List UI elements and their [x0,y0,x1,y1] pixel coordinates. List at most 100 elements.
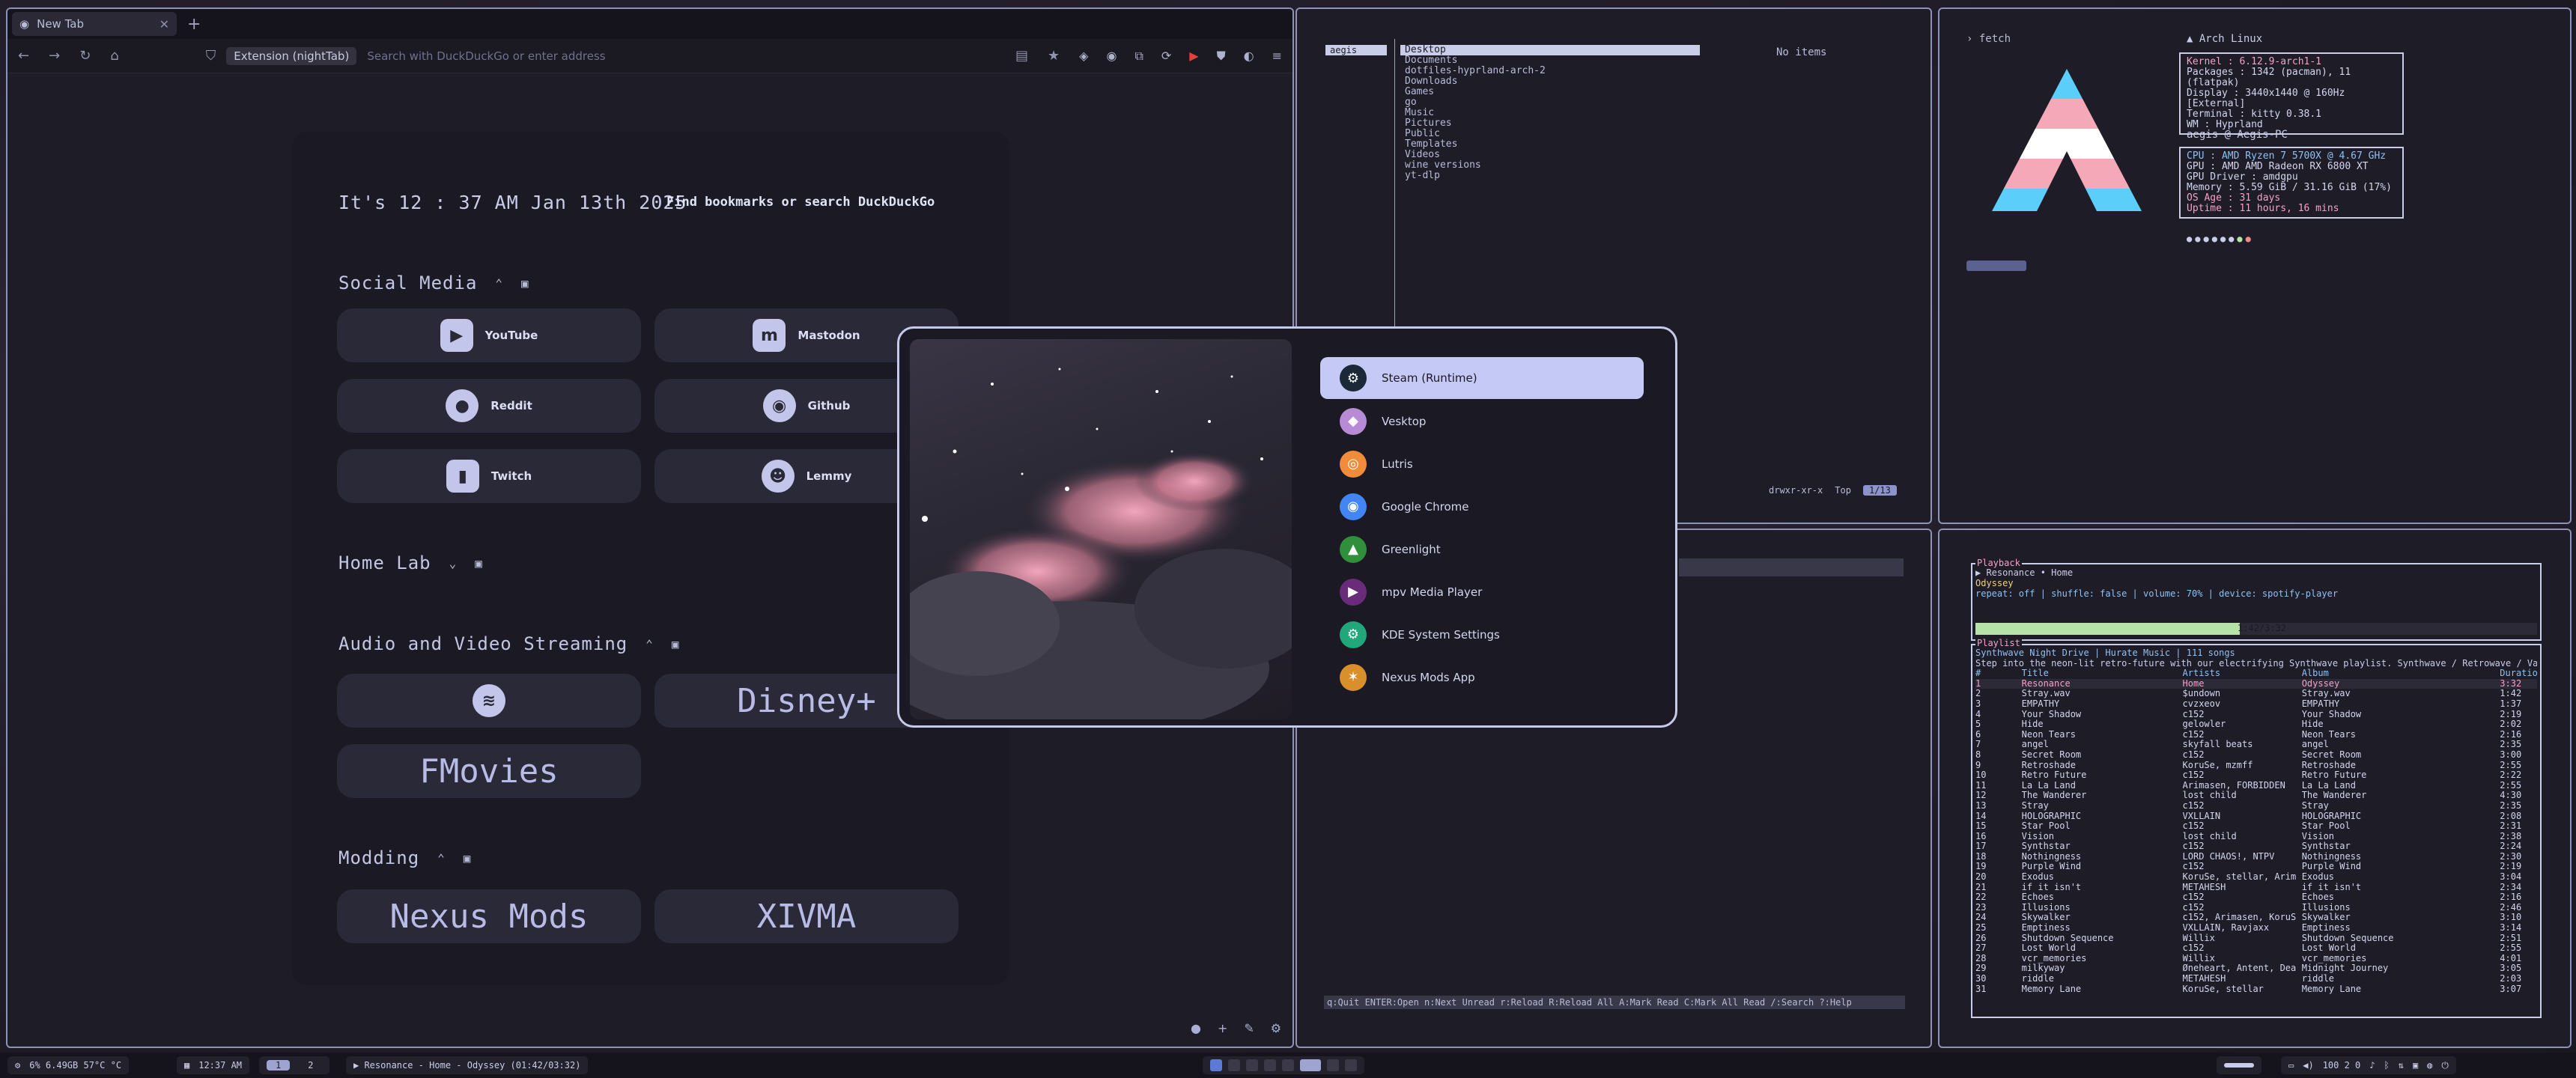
workspace-1[interactable]: 1 [267,1060,291,1071]
new-tab-button[interactable]: + [187,15,201,34]
table-row[interactable]: 4 Your Shadow c152 Your Shadow 2:19 [1975,710,2537,720]
bookmark-reddit[interactable]: ● Reddit [337,379,641,433]
collapse-icon[interactable]: ⌃ [645,637,654,651]
table-row[interactable]: 23 Illusions c152 Illusions 2:46 [1975,903,2537,913]
kitty-app-icon[interactable] [1228,1059,1240,1071]
directory-item[interactable]: Desktop [1400,45,1700,55]
edit-icon[interactable]: ✎ [1244,1021,1254,1035]
bluetooth-icon[interactable]: ᛒ [2384,1060,2390,1071]
kitty-app-icon[interactable] [1282,1059,1294,1071]
bookmark-fmovies[interactable]: FMovies [337,744,641,798]
launcher-item[interactable]: ✶ Nexus Mods App [1320,656,1644,698]
reload-icon[interactable]: ↻ [79,48,91,64]
open-all-icon[interactable]: ▣ [475,556,483,570]
notification-icon[interactable]: ◍ [2427,1060,2432,1071]
back-icon[interactable]: ← [18,48,29,64]
table-row[interactable]: 25 Emptiness VXLLAIN, Ravjaxx Emptiness 3:14 [1975,923,2537,934]
bookmark-twitch[interactable]: ▮ Twitch [337,449,641,503]
open-all-icon[interactable]: ▣ [521,276,529,290]
table-row[interactable]: 15 Star Pool c152 Star Pool 2:31 [1975,821,2537,832]
directory-item[interactable]: Downloads [1400,76,1700,87]
column-header[interactable]: Title [2022,669,2183,679]
table-row[interactable]: 13 Stray c152 Stray 2:35 [1975,801,2537,811]
table-row[interactable]: 30 riddle METAHESH riddle 2:03 [1975,974,2537,984]
directory-item[interactable]: Public [1400,129,1700,139]
extension-chip[interactable]: Extension (nightTab) [226,46,357,65]
media-widget[interactable]: ▶ Resonance - Home - Odyssey (01:42/03:3… [346,1056,589,1074]
table-row[interactable]: 2 Stray.wav $undown Stray.wav 1:42 [1975,689,2537,699]
bookmark-star-icon[interactable]: ★ [1048,48,1060,64]
extension-icon[interactable]: ⧉ [1134,49,1143,64]
sync-icon[interactable]: ⟳ [1161,49,1171,64]
directory-item[interactable]: dotfiles-hyprland-arch-2 [1400,66,1700,76]
translate-icon[interactable]: ▤ [1015,48,1028,64]
theme-icon[interactable]: ● [1191,1021,1201,1035]
youtube-ext-icon[interactable]: ▶ [1189,49,1198,64]
ublock-icon[interactable]: ⛊ [1217,49,1226,64]
table-row[interactable]: 22 Echoes c152 Echoes 2:16 [1975,892,2537,903]
table-row[interactable]: 8 Secret Room c152 Secret Room 3:00 [1975,750,2537,761]
table-row[interactable]: 17 Synthstar c152 Synthstar 2:24 [1975,841,2537,852]
directory-item[interactable]: Pictures [1400,118,1700,129]
table-row[interactable]: 1 Resonance Home Odyssey 3:32 [1975,678,2537,689]
close-icon[interactable]: ✕ [160,17,169,31]
table-row[interactable]: 19 Purple Wind c152 Purple Wind 2:19 [1975,862,2537,872]
open-all-icon[interactable]: ▣ [464,851,472,865]
directory-item[interactable]: Videos [1400,150,1700,160]
kitty-app-icon[interactable] [1264,1059,1276,1071]
tab-new-tab[interactable]: ◉ New Tab ✕ [12,12,177,36]
progress-bar[interactable]: 1:42/3:32 [1975,623,2537,635]
menu-icon[interactable]: ≡ [1272,49,1282,64]
column-header[interactable]: Artists [2183,669,2302,679]
workspace-2[interactable]: 2 [299,1060,322,1071]
launcher-item[interactable]: ◉ Google Chrome [1320,485,1644,528]
settings-icon[interactable]: ⚙ [1271,1021,1281,1035]
column-header[interactable]: # [1975,669,2022,679]
directory-item[interactable]: wine versions [1400,160,1700,171]
collapse-icon[interactable]: ⌃ [495,276,503,290]
table-row[interactable]: 24 Skywalker c152, Arimasen, KoruS Skywalke… [1975,913,2537,923]
bookmark-xivma[interactable]: XIVMA [654,889,959,943]
directory-item[interactable]: Templates [1400,139,1700,150]
launcher-item[interactable]: ◆ Vesktop [1320,400,1644,442]
directory-item[interactable]: Documents [1400,55,1700,66]
shield-icon[interactable]: ⛉ [206,48,216,64]
active-app-icon[interactable] [1300,1059,1321,1071]
forward-icon[interactable]: → [49,48,60,64]
directory-item[interactable]: yt-dlp [1400,171,1700,181]
launcher-item[interactable]: ▲ Greenlight [1320,528,1644,570]
collapse-icon[interactable]: ⌃ [437,851,446,865]
table-row[interactable]: 18 Nothingness LORD CHAOS!, NTPV Nothingnes… [1975,852,2537,862]
pocket-icon[interactable]: ◈ [1079,49,1088,64]
table-row[interactable]: 3 EMPATHY cvzxeov EMPATHY 1:37 [1975,699,2537,710]
search-link[interactable]: Find bookmarks or search DuckDuckGo [666,195,935,210]
parent-dir[interactable]: aegis [1325,45,1387,55]
directory-item[interactable]: Music [1400,108,1700,118]
kitty-app-icon[interactable] [1327,1059,1339,1071]
table-row[interactable]: 29 milkyway Øneheart, Antent, Dea Midnight … [1975,963,2537,974]
table-row[interactable]: 20 Exodus KoruSe, stellar, Arim Exodus 3:04 [1975,872,2537,883]
table-row[interactable]: 28 vcr_memories Willix vcr_memories 4:01 [1975,954,2537,964]
table-row[interactable]: 10 Retro Future c152 Retro Future 2:22 [1975,770,2537,781]
table-row[interactable]: 5 Hide gelowler Hide 2:02 [1975,719,2537,730]
bookmark-spotify[interactable]: ≋ [337,674,641,728]
column-header[interactable]: Album [2302,669,2500,679]
table-row[interactable]: 6 Neon Tears c152 Neon Tears 2:16 [1975,730,2537,740]
table-row[interactable]: 16 Vision lost child Vision 2:38 [1975,832,2537,842]
home-icon[interactable]: ⌂ [110,48,118,64]
launcher-item[interactable]: ⚙ KDE System Settings [1320,613,1644,656]
firefox-app-icon[interactable] [1210,1059,1222,1071]
table-row[interactable]: 7 angel skyfall beats angel 2:35 [1975,740,2537,750]
table-row[interactable]: 31 Memory Lane KoruSe, stellar Memory Lane 3… [1975,984,2537,995]
bookmark-youtube[interactable]: ▶ YouTube [337,308,641,362]
table-row[interactable]: 12 The Wanderer lost child The Wanderer 4:30 [1975,791,2537,801]
account-icon[interactable]: ◉ [1106,49,1117,64]
expand-icon[interactable]: ⌄ [449,556,458,570]
monitor-icon[interactable]: ▭ [2288,1060,2294,1071]
table-row[interactable]: 27 Lost World c152 Lost World 2:55 [1975,943,2537,954]
directory-item[interactable]: Games [1400,87,1700,97]
power-icon[interactable]: ⏻ [2441,1060,2449,1071]
network-icon[interactable]: ⇅ [2399,1060,2404,1071]
launcher-item[interactable]: ▶ mpv Media Player [1320,570,1644,613]
display-icon[interactable]: ▣ [2413,1060,2418,1071]
